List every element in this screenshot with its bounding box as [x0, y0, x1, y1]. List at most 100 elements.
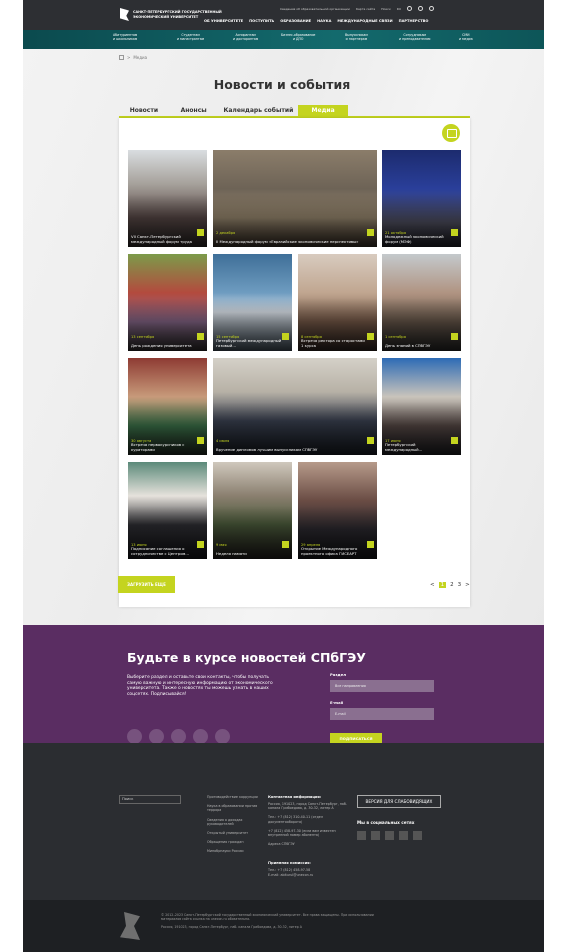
util-link-info[interactable]: Сведения об образовательной организации [280, 7, 350, 11]
tab-announcements[interactable]: Анонсы [169, 105, 219, 116]
top-header: САНКТ-ПЕТЕРБУРГСКИЙ ГОСУДАРСТВЕННЫЙ ЭКОН… [23, 0, 544, 30]
arrow-icon[interactable] [197, 333, 204, 340]
arrow-icon[interactable] [197, 541, 204, 548]
language-select[interactable]: RU [397, 7, 401, 11]
email-field[interactable]: E-mail [330, 708, 434, 720]
footer-link[interactable]: Открытый университет [207, 831, 259, 835]
media-card[interactable]: VII Санкт-Петербургский международный фо… [128, 150, 207, 247]
media-card[interactable]: 30 августа Встреча первокурсников с кура… [128, 358, 207, 455]
card-date: 2 декабря [216, 231, 236, 235]
pager-prev[interactable]: < [430, 582, 435, 588]
ok-icon[interactable] [399, 831, 408, 840]
util-link-sitemap[interactable]: Карта сайта [356, 7, 375, 11]
media-card[interactable]: 21 октября Молодежный экономический фору… [382, 150, 461, 247]
media-card[interactable]: 1 сентября День знаний в СПбГЭУ [382, 254, 461, 351]
media-card[interactable]: 9 мая Неделя памяти [213, 462, 292, 559]
nav-about[interactable]: ОБ УНИВЕРСИТЕТЕ [204, 19, 243, 23]
subscribe-section [23, 625, 544, 743]
vk-icon[interactable] [357, 831, 366, 840]
ok-icon[interactable] [193, 729, 208, 744]
tab-media[interactable]: Медиа [298, 105, 348, 116]
pager-page-2[interactable]: 2 [450, 582, 454, 588]
footer-link[interactable]: Наука в образовании против террора [207, 804, 259, 812]
email-label: E-mail [330, 700, 344, 705]
arrow-icon[interactable] [282, 541, 289, 548]
audience-staff[interactable]: Сотрудникам и преподавателям [399, 33, 430, 42]
contact-phone[interactable]: Тел.: +7 (812) 310-40-11 (отдел документ… [268, 815, 348, 823]
tab-calendar[interactable]: Календарь событий [219, 105, 299, 116]
nav-education[interactable]: ОБРАЗОВАНИЕ [280, 19, 311, 23]
reception-phone[interactable]: Тел.: +7 (812) 458-97-58 [268, 868, 348, 872]
util-link-search[interactable]: Поиск [381, 7, 391, 11]
arrow-icon[interactable] [197, 229, 204, 236]
arrow-icon[interactable] [451, 437, 458, 444]
nav-international[interactable]: МЕЖДУНАРОДНЫЕ СВЯЗИ [337, 19, 392, 23]
contact-info: Россия, 191023, город Санкт-Петербург, н… [268, 802, 348, 851]
media-card[interactable]: 2 декабря II Международный форум «Еврази… [213, 150, 377, 247]
nav-science[interactable]: НАУКА [317, 19, 331, 23]
low-vision-button[interactable]: ВЕРСИЯ ДЛЯ СЛАБОВИДЯЩИХ [357, 795, 441, 808]
pager-page-1[interactable]: 1 [438, 582, 447, 588]
pagination: < 1 2 3 > [430, 582, 470, 588]
load-more-button[interactable]: ЗАГРУЗИТЬ ЕЩЕ [118, 576, 175, 593]
media-card[interactable]: 29 апреля Открытие Международного проект… [298, 462, 377, 559]
footer-socials [357, 831, 422, 840]
arrow-icon[interactable] [451, 333, 458, 340]
audience-students[interactable]: Студентам и магистрантам [177, 33, 204, 42]
pager-next[interactable]: > [465, 582, 470, 588]
arrow-icon[interactable] [367, 437, 374, 444]
audience-media[interactable]: СМИ и медиа [459, 33, 473, 42]
arrow-icon[interactable] [451, 229, 458, 236]
calendar-icon[interactable] [442, 124, 460, 142]
vk-icon[interactable] [127, 729, 142, 744]
subscribe-socials [127, 729, 230, 744]
section-select[interactable]: Все направления [330, 680, 434, 692]
card-date: 4 июля [216, 439, 230, 443]
dzen-icon[interactable] [413, 831, 422, 840]
card-title: Вручение дипломов лучшим выпускникам СПб… [216, 446, 318, 452]
globe-icon[interactable] [418, 6, 424, 11]
tab-news[interactable]: Новости [119, 105, 169, 116]
nav-admission[interactable]: ПОСТУПИТЬ [249, 19, 274, 23]
arrow-icon[interactable] [367, 541, 374, 548]
contact-phone-alt[interactable]: +7 (812) 458-97-30 (если вам известен вн… [268, 829, 348, 837]
card-date: 9 мая [216, 543, 227, 547]
audience-business[interactable]: Бизнес-образование и ДПО [281, 33, 315, 42]
media-card[interactable]: 13 июня Подписание соглашения о сотрудни… [128, 462, 207, 559]
arrow-icon[interactable] [282, 333, 289, 340]
audience-alumni[interactable]: Выпускникам и партнерам [345, 33, 368, 42]
card-title: Встреча ректора со старостами 1 курса [301, 338, 365, 348]
page-title: Новости и события [213, 77, 351, 92]
accessibility-icon[interactable] [407, 6, 413, 11]
youtube-icon[interactable] [171, 729, 186, 744]
media-card[interactable]: 15 сентября Петербургский международный … [213, 254, 292, 351]
arrow-icon[interactable] [367, 333, 374, 340]
home-icon[interactable] [119, 55, 124, 60]
footer-link[interactable]: Обращения граждан [207, 840, 259, 844]
telegram-icon[interactable] [371, 831, 380, 840]
contact-addresses-link[interactable]: Адреса СПбГЭУ [268, 842, 348, 846]
media-card[interactable]: 13 сентября День рождения университета [128, 254, 207, 351]
media-card[interactable]: 17 июня Петербургский международный... [382, 358, 461, 455]
telegram-icon[interactable] [149, 729, 164, 744]
arrow-icon[interactable] [197, 437, 204, 444]
audience-applicants[interactable]: Абитуриентам и школьникам [113, 33, 137, 42]
reception-email[interactable]: E-mail: abiturul@unecon.ru [268, 873, 348, 877]
footer-links: Противодействие коррупции Наука в образо… [207, 795, 259, 859]
footer-link[interactable]: Сведения о доходах руководителей [207, 818, 259, 826]
dzen-icon[interactable] [215, 729, 230, 744]
audience-postgrads[interactable]: Аспирантам и докторантам [233, 33, 258, 42]
media-card[interactable]: 8 сентября Встреча ректора со старостами… [298, 254, 377, 351]
copyright-address: Россия, 191023, город Санкт-Петербург, н… [161, 924, 302, 929]
search-icon[interactable] [429, 6, 435, 11]
arrow-icon[interactable] [367, 229, 374, 236]
footer-link[interactable]: Противодействие коррупции [207, 795, 259, 799]
footer-link[interactable]: Минобрнауки России [207, 849, 259, 853]
section-tabs: Новости Анонсы Календарь событий Медиа [119, 105, 348, 116]
media-card[interactable]: 4 июля Вручение дипломов лучшим выпускни… [213, 358, 377, 455]
youtube-icon[interactable] [385, 831, 394, 840]
footer-search-input[interactable]: Поиск [119, 795, 181, 804]
card-title: II Международный форум «Евразийские экон… [216, 238, 359, 244]
nav-partnership[interactable]: ПАРТНЕРСТВО [399, 19, 429, 23]
pager-page-3[interactable]: 3 [458, 582, 462, 588]
